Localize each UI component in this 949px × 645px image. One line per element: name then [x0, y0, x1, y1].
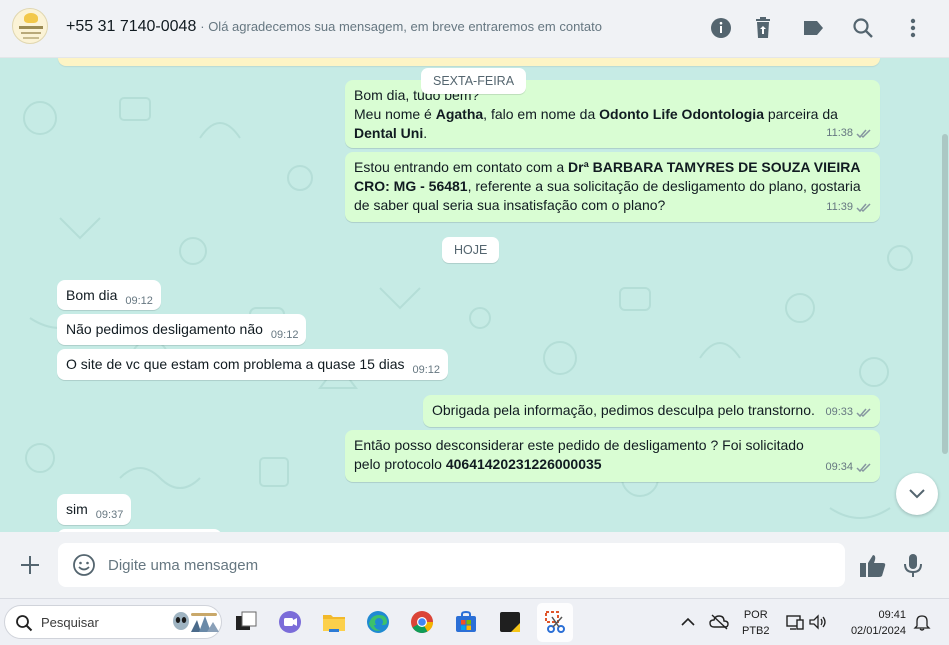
read-ticks-icon — [856, 408, 871, 418]
cloud-offline-icon[interactable] — [709, 613, 729, 631]
read-ticks-icon — [856, 463, 871, 473]
task-view-icon[interactable] — [233, 609, 259, 635]
message-time: 11:38 — [826, 127, 853, 139]
file-explorer-icon[interactable] — [321, 609, 347, 635]
edge-browser-icon[interactable] — [365, 609, 391, 635]
date-divider-friday: SEXTA-FEIRA — [421, 68, 527, 94]
message-meta: 11:39 — [826, 198, 872, 217]
message-time: 09:12 — [125, 295, 153, 307]
search-icon[interactable] — [851, 16, 875, 40]
message-text: Bom dia — [66, 287, 118, 303]
read-ticks-icon — [856, 129, 871, 139]
chat-header: +55 31 7140-0048 · Olá agradecemos sua m… — [0, 0, 949, 58]
chevron-down-icon — [909, 489, 925, 499]
message-meta: 11:38 — [826, 124, 872, 143]
menu-icon[interactable] — [901, 16, 925, 40]
microphone-icon[interactable] — [903, 553, 923, 579]
message-input[interactable] — [108, 551, 828, 579]
contact-status-separator: · — [200, 19, 209, 34]
info-icon[interactable] — [709, 16, 733, 40]
message-text: sim — [66, 501, 88, 517]
message-incoming[interactable]: Bom dia 09:12 — [57, 280, 161, 310]
message-time: 09:33 — [825, 406, 853, 418]
message-outgoing[interactable]: Então posso desconsiderar este pedido de… — [345, 430, 880, 482]
message-text: O site de vc que estam com problema a qu… — [66, 356, 405, 372]
microsoft-store-icon[interactable] — [453, 609, 479, 635]
date-divider-today: HOJE — [442, 237, 500, 263]
search-icon — [16, 615, 33, 632]
network-icon[interactable] — [785, 613, 805, 631]
thumbs-up-icon[interactable] — [859, 553, 887, 579]
contact-status: Olá agradecemos sua mensagem, em breve e… — [208, 19, 602, 34]
message-composer — [0, 532, 949, 598]
message-time: 09:37 — [95, 509, 124, 521]
contact-avatar[interactable] — [12, 8, 48, 44]
message-time: 09:12 — [270, 329, 299, 341]
chat-app-icon[interactable] — [277, 609, 303, 635]
taskbar-clock[interactable]: 09:41 02/01/2024 — [838, 607, 906, 639]
snipping-tool-icon[interactable] — [542, 609, 568, 635]
scroll-to-bottom-button[interactable] — [896, 473, 938, 515]
notification-bell-icon[interactable] — [912, 613, 932, 631]
chrome-browser-icon[interactable] — [409, 609, 435, 635]
message-time: 11:39 — [826, 201, 853, 213]
message-text: Meu nome é Agatha, falo em nome da Odont… — [354, 106, 838, 122]
message-text: Obrigada pela informação, pedimos descul… — [432, 402, 815, 418]
sticky-app-icon[interactable] — [497, 609, 523, 635]
label-icon[interactable] — [801, 16, 825, 40]
clock-time: 09:41 — [878, 609, 906, 621]
message-meta: 09:34 — [825, 458, 872, 477]
chevron-up-icon[interactable] — [678, 613, 698, 631]
notice-banner-edge — [58, 58, 880, 66]
clock-date: 02/01/2024 — [850, 625, 906, 637]
keyboard-layout: PTB2 — [742, 625, 770, 637]
read-ticks-icon — [856, 203, 871, 213]
language-code: POR — [743, 609, 768, 621]
message-outgoing[interactable]: Obrigada pela informação, pedimos descul… — [423, 395, 880, 427]
message-text: Não pedimos desligamento não — [66, 321, 263, 337]
taskbar-search-label: Pesquisar — [41, 615, 99, 630]
message-text: Estou entrando em contato com a Drª BARB… — [354, 159, 861, 213]
message-time: 09:12 — [412, 364, 441, 376]
message-input-box[interactable] — [58, 543, 845, 587]
message-outgoing[interactable]: Estou entrando em contato com a Drª BARB… — [345, 152, 880, 222]
message-text: Então posso desconsiderar este pedido de… — [354, 437, 804, 472]
taskbar-search[interactable]: Pesquisar — [4, 605, 222, 639]
chat-area[interactable]: Bom dia, tudo bem? Meu nome é Agatha, fa… — [0, 58, 949, 532]
message-incoming[interactable]: O site de vc que estam com problema a qu… — [57, 349, 449, 380]
windows-taskbar: Pesquisar POR PTB2 09:41 02/01/2024 — [0, 598, 949, 645]
volume-icon[interactable] — [808, 613, 828, 631]
attach-plus-icon[interactable] — [18, 553, 42, 577]
message-text: Dental Uni. — [354, 125, 428, 141]
message-meta: 09:33 — [825, 403, 872, 422]
message-time: 09:34 — [825, 461, 853, 473]
message-incoming[interactable]: sim 09:37 — [57, 494, 132, 525]
chat-scrollbar[interactable] — [942, 134, 948, 454]
input-language-indicator[interactable]: POR PTB2 — [742, 607, 770, 639]
contact-phone: +55 31 7140-0048 — [66, 18, 197, 35]
message-incoming[interactable]: Não pedimos desligamento não 09:12 — [57, 314, 307, 345]
contact-info[interactable]: +55 31 7140-0048 · Olá agradecemos sua m… — [66, 18, 602, 36]
trash-icon[interactable] — [751, 16, 775, 40]
search-highlight-icon — [173, 612, 219, 632]
emoji-icon[interactable] — [72, 553, 96, 577]
